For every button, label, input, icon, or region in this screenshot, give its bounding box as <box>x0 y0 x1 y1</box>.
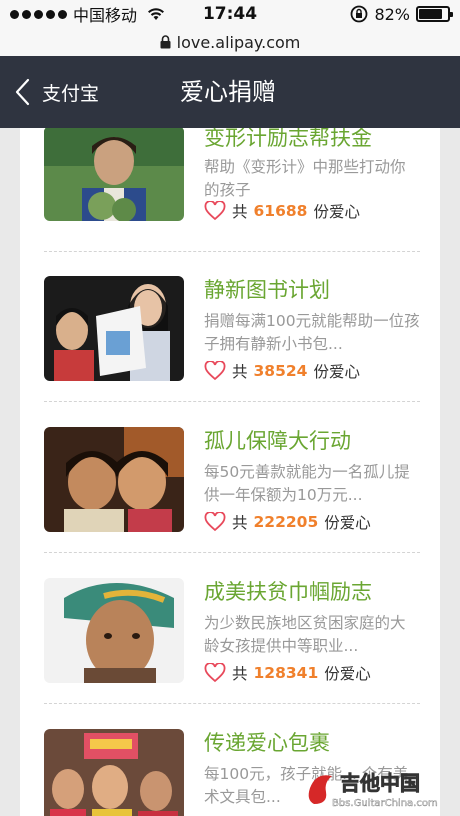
heart-icon <box>204 663 226 683</box>
wifi-icon <box>148 8 165 20</box>
love-prefix: 共 <box>232 203 248 221</box>
heart-icon <box>204 512 226 532</box>
heart-icon <box>204 361 226 381</box>
project-description: 每100元，孩子就能... 个有美术文具包... <box>204 765 409 806</box>
back-label: 支付宝 <box>42 82 100 105</box>
donation-card[interactable]: 传递爱心包裹 每100元，孩子就能... 个有美术文具包... <box>44 705 420 816</box>
heart-icon <box>204 201 226 221</box>
project-title: 变形计励志帮扶金 <box>204 128 372 150</box>
project-title: 静新图书计划 <box>204 278 330 302</box>
project-title: 成美扶贫巾帼励志 <box>204 580 372 604</box>
love-count-row: 共 61688 份爱心 <box>204 200 360 222</box>
love-count-row: 共 38524 份爱心 <box>204 360 360 382</box>
donation-card[interactable]: 静新图书计划 捐赠每满100元就能帮助一位孩子拥有静新小书包... 共 3852… <box>44 252 420 402</box>
page-title: 爱心捐赠 <box>180 78 276 106</box>
padlock-icon <box>160 35 171 49</box>
back-button[interactable]: 支付宝 <box>14 56 99 128</box>
project-description: 为少数民族地区贫困家庭的大龄女孩提供中等职业... <box>204 614 406 655</box>
love-suffix: 份爱心 <box>324 665 371 683</box>
url-bar[interactable]: love.alipay.com <box>0 28 460 56</box>
project-description: 帮助《变形计》中那些打动你的孩子 <box>204 158 406 199</box>
navigation-bar: 支付宝 爱心捐赠 <box>0 56 460 128</box>
project-photo <box>44 427 184 532</box>
love-count: 128341 <box>253 664 319 682</box>
love-count: 61688 <box>253 202 308 220</box>
love-count-row: 共 128341 份爱心 <box>204 662 371 684</box>
project-title: 传递爱心包裹 <box>204 731 330 755</box>
love-suffix: 份爱心 <box>313 203 360 221</box>
love-count: 222205 <box>253 513 319 531</box>
project-description: 每50元善款就能为一名孤儿提供一年保额为10万元... <box>204 463 410 504</box>
project-photo <box>44 128 184 221</box>
love-prefix: 共 <box>232 363 248 381</box>
project-photo <box>44 578 184 683</box>
battery-icon <box>416 6 453 22</box>
signal-strength-icon <box>10 9 67 19</box>
donation-card[interactable]: 成美扶贫巾帼励志 为少数民族地区贫困家庭的大龄女孩提供中等职业... 共 128… <box>44 554 420 704</box>
project-photo <box>44 276 184 381</box>
love-prefix: 共 <box>232 514 248 532</box>
love-count-row: 共 222205 份爱心 <box>204 511 371 533</box>
love-suffix: 份爱心 <box>313 363 360 381</box>
donation-card[interactable]: 变形计励志帮扶金 帮助《变形计》中那些打动你的孩子 共 61688 份爱心 <box>44 128 420 252</box>
donation-list: 变形计励志帮扶金 帮助《变形计》中那些打动你的孩子 共 61688 份爱心 静新… <box>20 128 440 816</box>
url-text: love.alipay.com <box>176 32 301 52</box>
battery-percent: 82% <box>374 4 410 24</box>
love-count: 38524 <box>253 362 308 380</box>
project-description: 捐赠每满100元就能帮助一位孩子拥有静新小书包... <box>204 312 420 353</box>
love-suffix: 份爱心 <box>324 514 371 532</box>
carrier-name: 中国移动 <box>73 6 138 25</box>
project-title: 孤儿保障大行动 <box>204 429 351 453</box>
status-bar: 中国移动 17:44 82% <box>0 0 460 28</box>
donation-card[interactable]: 孤儿保障大行动 每50元善款就能为一名孤儿提供一年保额为10万元... 共 22… <box>44 403 420 553</box>
project-photo <box>44 729 184 816</box>
chevron-left-icon <box>15 78 30 106</box>
love-prefix: 共 <box>232 665 248 683</box>
rotation-lock-icon <box>351 5 368 23</box>
